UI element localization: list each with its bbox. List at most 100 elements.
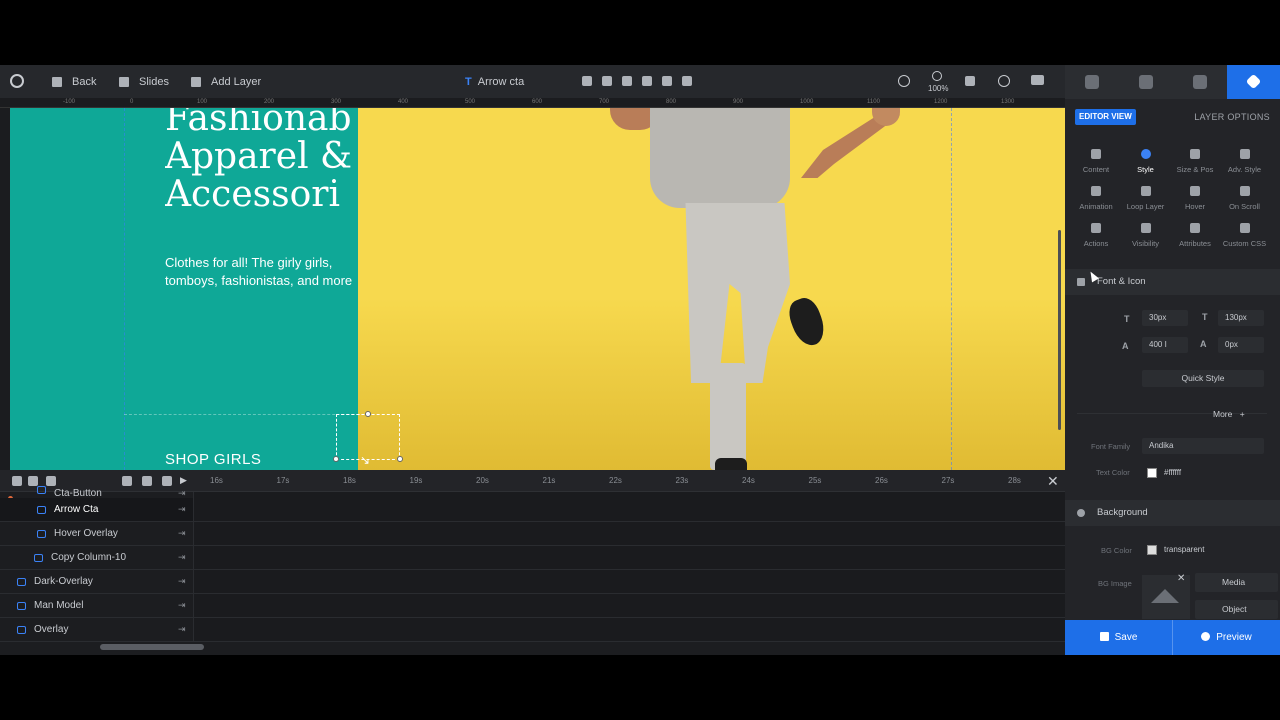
option-loop-layer[interactable]: Loop Layer xyxy=(1120,186,1172,211)
layer-row[interactable]: Hover Overlay ⇥ xyxy=(0,522,1065,546)
font-weight-select[interactable]: 400 I xyxy=(1142,337,1188,353)
slides-button[interactable]: Slides xyxy=(119,65,169,98)
preview-button[interactable]: Preview xyxy=(1173,620,1280,655)
duplicate-icon[interactable] xyxy=(582,76,592,86)
save-button[interactable]: Save xyxy=(1065,620,1172,655)
play-icon[interactable]: ▶ xyxy=(180,475,190,485)
option-animation[interactable]: Animation xyxy=(1070,186,1122,211)
font-family-select[interactable]: Andika xyxy=(1142,438,1264,454)
layer-timeline-track[interactable] xyxy=(193,618,1065,641)
ruler-tick-label: 1300 xyxy=(1001,99,1015,105)
ruler-tick-label: 100 xyxy=(197,99,208,105)
quick-style-button[interactable]: Quick Style xyxy=(1142,370,1264,387)
resize-handle[interactable] xyxy=(333,456,339,462)
timer-icon[interactable] xyxy=(162,476,172,486)
subtext[interactable]: Clothes for all! The girly girls, tomboy… xyxy=(165,254,365,290)
background-section-header[interactable]: Background xyxy=(1065,500,1280,526)
media-button[interactable]: Media xyxy=(1195,573,1278,592)
pin-icon[interactable]: ⇥ xyxy=(178,600,186,611)
text-color-value[interactable]: #ffffff xyxy=(1157,465,1219,481)
timeline-scrollbar[interactable] xyxy=(100,644,204,650)
pin-icon[interactable]: ⇥ xyxy=(178,528,186,539)
loop-icon[interactable] xyxy=(142,476,152,486)
lock-icon[interactable] xyxy=(622,76,632,86)
grid-icon[interactable] xyxy=(122,476,132,486)
current-layer-selector[interactable]: T Arrow cta xyxy=(465,65,524,98)
layer-timeline-track[interactable] xyxy=(193,522,1065,545)
guide-line xyxy=(124,108,125,470)
layer-timeline-track[interactable] xyxy=(193,546,1065,569)
remove-image-icon[interactable]: ✕ xyxy=(1177,573,1185,584)
layer-row[interactable]: Man Model ⇥ xyxy=(0,594,1065,618)
shop-girls-cta[interactable]: SHOP GIRLS xyxy=(165,451,261,468)
resize-handle[interactable] xyxy=(397,456,403,462)
option-adv-style[interactable]: Adv. Style xyxy=(1219,149,1271,174)
slider-editor: Back Slides Add Layer T Arrow cta 100% -… xyxy=(0,65,1280,655)
back-button[interactable]: Back xyxy=(52,65,96,98)
timeline-tick-label: 20s xyxy=(476,476,489,485)
option-custom-css[interactable]: Custom CSS xyxy=(1219,223,1271,248)
text-color-swatch[interactable] xyxy=(1147,468,1157,478)
option-on-scroll[interactable]: On Scroll xyxy=(1219,186,1271,211)
undo-icon[interactable] xyxy=(998,75,1010,87)
list-icon[interactable] xyxy=(28,476,38,486)
tab-navigation[interactable] xyxy=(1119,65,1172,99)
help-icon[interactable] xyxy=(898,75,910,87)
slides-icon xyxy=(119,76,129,87)
add-layer-button[interactable]: Add Layer xyxy=(191,65,261,98)
letter-spacing-field[interactable]: 0px xyxy=(1218,337,1264,353)
font-icon-section-header[interactable]: Font & Icon xyxy=(1065,269,1280,295)
layer-row[interactable]: Arrow Cta ⇥ xyxy=(0,498,1065,522)
slide-canvas[interactable]: Fashionab Apparel & Accessori Clothes fo… xyxy=(10,108,1065,470)
layer-timeline-track[interactable] xyxy=(193,570,1065,593)
bg-color-swatch[interactable] xyxy=(1147,545,1157,555)
layers-icon[interactable] xyxy=(12,476,22,486)
tab-slides[interactable] xyxy=(1173,65,1226,99)
editor-view-badge[interactable]: EDITOR VIEW xyxy=(1075,109,1136,125)
bg-color-value[interactable]: transparent xyxy=(1157,542,1227,558)
arrow-cta-icon[interactable]: ↘ xyxy=(360,454,374,466)
chevron-up-icon[interactable] xyxy=(682,76,692,86)
layer-options-panel: EDITOR VIEW LAYER OPTIONS Content Style Si… xyxy=(1065,65,1280,655)
close-icon[interactable]: ✕ xyxy=(1047,473,1059,490)
pin-icon[interactable]: ⇥ xyxy=(178,576,186,587)
option-icon xyxy=(1239,223,1250,233)
layer-timeline-track[interactable] xyxy=(193,594,1065,617)
zoom-icon[interactable] xyxy=(932,71,942,81)
option-actions[interactable]: Actions xyxy=(1070,223,1122,248)
canvas-scrollbar[interactable] xyxy=(1058,230,1061,430)
tab-settings[interactable] xyxy=(1065,65,1118,99)
pin-icon[interactable]: ⇥ xyxy=(178,552,186,563)
layer-timeline-track[interactable] xyxy=(193,498,1065,521)
layer-type-icon xyxy=(17,578,26,586)
guide-line xyxy=(124,414,360,415)
option-style[interactable]: Style xyxy=(1120,149,1172,174)
pointer-icon[interactable] xyxy=(965,76,975,86)
more-button[interactable]: More + xyxy=(1213,409,1245,419)
line-height-field[interactable]: 130px xyxy=(1218,310,1264,326)
font-size-field[interactable]: 30px xyxy=(1142,310,1188,326)
desktop-icon[interactable] xyxy=(1031,75,1044,85)
option-visibility[interactable]: Visibility xyxy=(1120,223,1172,248)
option-content[interactable]: Content xyxy=(1070,149,1122,174)
layer-row[interactable]: Dark-Overlay ⇥ xyxy=(0,570,1065,594)
pin-icon[interactable]: ⇥ xyxy=(178,624,186,635)
option-attributes[interactable]: Attributes xyxy=(1169,223,1221,248)
layer-row[interactable]: Copy Column-10 ⇥ xyxy=(0,546,1065,570)
pin-icon[interactable]: ⇥ xyxy=(178,504,186,515)
object-button[interactable]: Object xyxy=(1195,600,1278,619)
layer-row[interactable]: Overlay ⇥ xyxy=(0,618,1065,642)
ruler-tick-label: 600 xyxy=(532,99,543,105)
delete-icon[interactable] xyxy=(602,76,612,86)
headline-text[interactable]: Fashionab Apparel & Accessori xyxy=(165,108,365,220)
wordpress-icon[interactable] xyxy=(10,74,24,88)
folder-icon[interactable] xyxy=(46,476,56,486)
option-size-pos[interactable]: Size & Pos xyxy=(1169,149,1221,174)
chevron-down-icon[interactable] xyxy=(662,76,672,86)
search-icon xyxy=(1201,632,1211,641)
tab-layers[interactable] xyxy=(1227,65,1280,99)
option-hover[interactable]: Hover xyxy=(1169,186,1221,211)
eye-icon[interactable] xyxy=(642,76,652,86)
resize-handle[interactable] xyxy=(365,411,371,417)
option-label: Animation xyxy=(1079,202,1113,211)
